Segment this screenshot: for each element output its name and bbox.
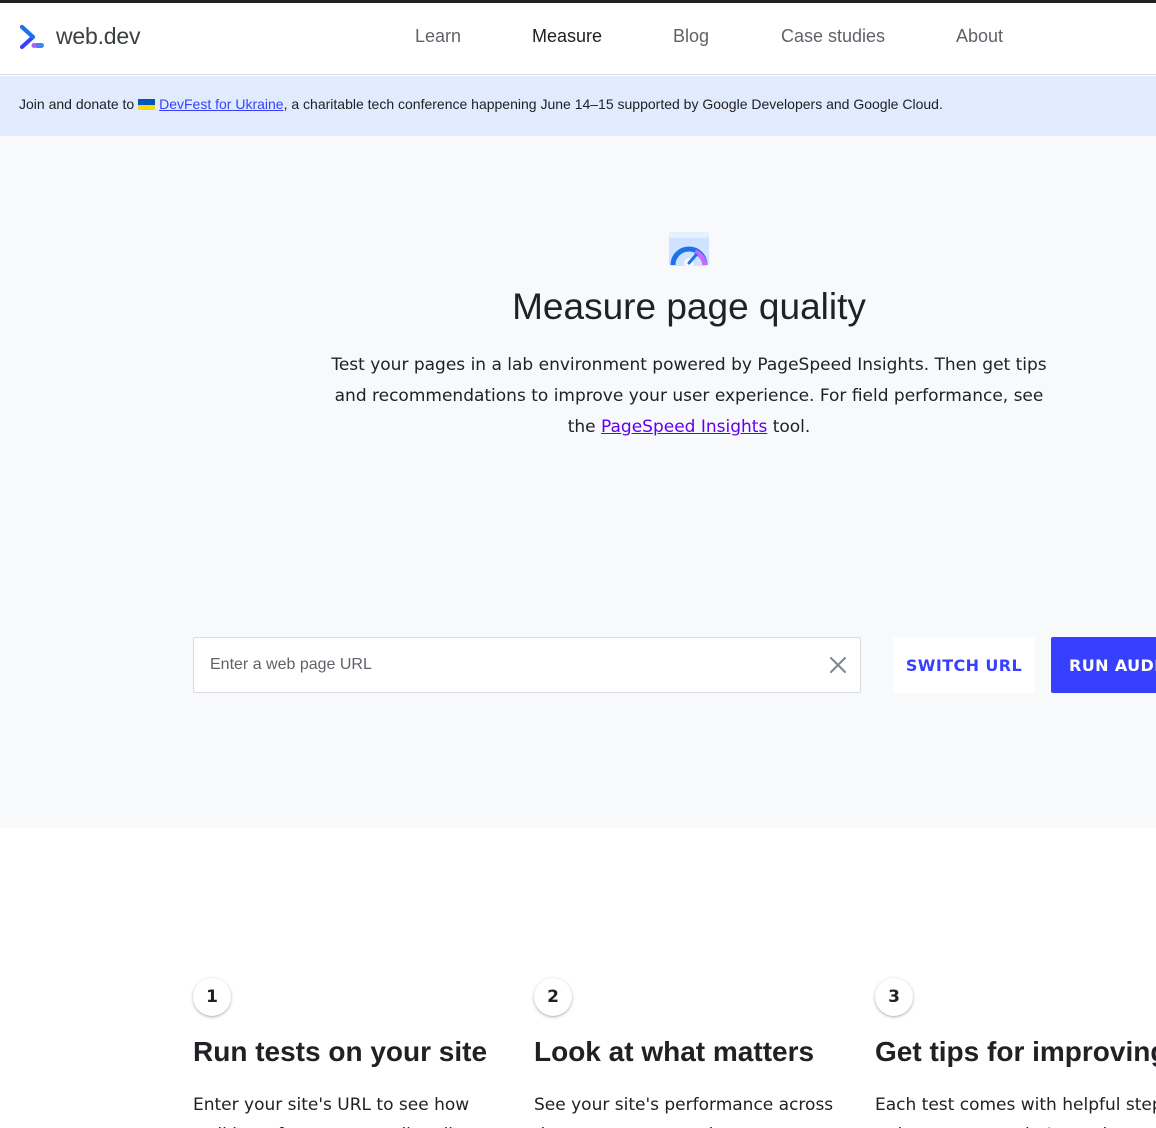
hero-description-tail: tool. [767,417,811,437]
pagespeed-insights-link[interactable]: PageSpeed Insights [601,417,767,437]
banner-prefix: Join and donate to [19,96,139,112]
url-input[interactable] [194,638,814,692]
step-card: 2 Look at what matters See your site's p… [534,978,854,1128]
step-description: Enter your site's URL to see how well it… [193,1095,474,1128]
nav-measure[interactable]: Measure [532,26,602,47]
measure-hero: Measure page quality Test your pages in … [0,136,1156,828]
step-number-badge: 2 [534,978,572,1016]
banner-link[interactable]: DevFest for Ukraine [138,96,284,112]
banner-suffix: , a charitable tech conference happening… [283,96,943,112]
step-description: Each test comes with helpful steps to im… [875,1095,1156,1128]
step-number-badge: 1 [193,978,231,1016]
pagespeed-gauge-icon [669,232,709,266]
step-title: Look at what matters [534,1036,815,1067]
url-field-container [193,637,861,693]
step-title: Run tests on your site [193,1036,488,1067]
nav-case-studies[interactable]: Case studies [781,26,885,47]
nav-blog[interactable]: Blog [673,26,709,47]
announcement-banner: Join and donate to DevFest for Ukraine, … [0,76,1156,136]
switch-url-button[interactable]: SWITCH URL [893,637,1035,693]
page-title: Measure page quality [512,286,866,327]
step-number-badge: 3 [875,978,913,1016]
run-audit-button[interactable]: RUN AUDIT [1051,637,1156,693]
ukraine-flag-icon [138,99,156,110]
steps-section: 1 Run tests on your site Enter your site… [0,828,1156,1128]
hero-description: Test your pages in a lab environment pow… [320,350,1058,443]
step-title: Get tips for improving [875,1036,1156,1067]
nav-learn[interactable]: Learn [415,26,461,47]
step-card: 3 Get tips for improving Each test comes… [875,978,1156,1128]
main-nav: Learn Measure Blog Case studies About [0,3,1156,75]
step-card: 1 Run tests on your site Enter your site… [193,978,513,1128]
banner-link-text: DevFest for Ukraine [159,96,284,112]
step-description: See your site's performance across the a… [534,1095,834,1128]
clear-icon[interactable] [828,655,848,675]
nav-about[interactable]: About [956,26,1003,47]
site-header: web.dev Learn Measure Blog Case studies … [0,3,1156,75]
